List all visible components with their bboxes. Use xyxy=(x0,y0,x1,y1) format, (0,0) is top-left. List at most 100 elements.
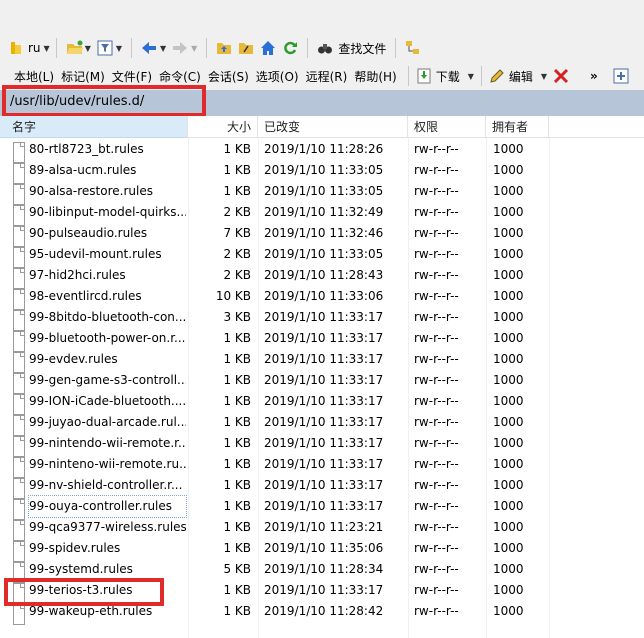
refresh-button[interactable] xyxy=(279,36,301,60)
file-row[interactable]: 99-8bitdo-bluetooth-con... 3 KB 2019/1/10 … xyxy=(0,307,644,331)
file-row[interactable]: 99-evdev.rules 1 KB 2019/1/10 11:33:17 rw-r… xyxy=(0,349,644,373)
refresh-icon xyxy=(282,40,298,56)
new-item-button[interactable] xyxy=(610,64,632,88)
file-name: 95-udevil-mount.rules xyxy=(29,247,162,261)
file-row[interactable]: 99-ouya-controller.rules 1 KB 2019/1/10 11… xyxy=(0,495,644,520)
file-permissions: rw-r--r-- xyxy=(414,289,459,303)
file-permissions: rw-r--r-- xyxy=(414,373,459,387)
file-owner: 1000 xyxy=(493,541,524,555)
file-row[interactable]: 80-rtl8723_bt.rules 1 KB 2019/1/10 11:28:2… xyxy=(0,139,644,163)
open-folder-button[interactable]: ▼ xyxy=(63,36,94,60)
file-row[interactable]: 99-bluetooth-power-on.r... 1 KB 2019/1/10 … xyxy=(0,328,644,352)
file-modified: 2019/1/10 11:28:34 xyxy=(264,562,384,576)
menu-file[interactable]: 文件(F) xyxy=(112,68,157,85)
file-row[interactable]: 99-qca9377-wireless.rules 1 KB 2019/1/10 1… xyxy=(0,517,644,541)
column-header-permissions[interactable]: 权限 xyxy=(408,116,486,138)
menu-local[interactable]: 本地(L) xyxy=(14,68,59,85)
toolbar-overflow-chevron[interactable]: » xyxy=(590,69,598,83)
file-name: 99-spidev.rules xyxy=(29,541,121,555)
file-size: 1 KB xyxy=(223,373,251,387)
location-dropdown[interactable]: ru ▼ xyxy=(8,36,50,60)
parent-folder-button[interactable] xyxy=(213,36,235,60)
file-row[interactable]: 95-udevil-mount.rules 2 KB 2019/1/10 11:33… xyxy=(0,244,644,268)
delete-x-icon xyxy=(553,68,569,84)
file-modified: 2019/1/10 11:33:17 xyxy=(264,499,384,513)
file-owner: 1000 xyxy=(493,562,524,576)
column-header-name[interactable]: 名字 xyxy=(0,116,188,138)
file-modified: 2019/1/10 11:28:26 xyxy=(264,142,384,156)
file-permissions: rw-r--r-- xyxy=(414,415,459,429)
file-size: 1 KB xyxy=(223,331,251,345)
file-permissions: rw-r--r-- xyxy=(414,268,459,282)
menu-session[interactable]: 会话(S) xyxy=(208,68,254,85)
file-size: 1 KB xyxy=(223,604,251,618)
file-modified: 2019/1/10 11:33:06 xyxy=(264,289,384,303)
file-modified: 2019/1/10 11:33:17 xyxy=(264,583,384,597)
back-button[interactable]: ▼ xyxy=(138,36,169,60)
download-button[interactable]: 下载 ▼ xyxy=(413,64,477,88)
menu-options[interactable]: 选项(O) xyxy=(256,68,304,85)
file-row[interactable]: 90-pulseaudio.rules 7 KB 2019/1/10 11:32:4… xyxy=(0,223,644,247)
chevron-down-icon: ▼ xyxy=(84,43,91,53)
file-name: 90-pulseaudio.rules xyxy=(29,226,148,240)
file-size: 1 KB xyxy=(223,352,251,366)
menu-commands[interactable]: 命令(C) xyxy=(159,68,206,85)
find-files-button[interactable]: 查找文件 xyxy=(314,36,389,60)
menu-help[interactable]: 帮助(H) xyxy=(354,68,401,85)
file-row[interactable]: 97-hid2hci.rules 2 KB 2019/1/10 11:28:43 rw… xyxy=(0,265,644,289)
column-header-size[interactable]: 大小 xyxy=(188,116,258,138)
file-row[interactable]: 98-eventlircd.rules 10 KB 2019/1/10 11:33:… xyxy=(0,286,644,310)
file-permissions: rw-r--r-- xyxy=(414,436,459,450)
delete-button[interactable] xyxy=(550,64,572,88)
toolbar-divider xyxy=(395,38,397,58)
file-permissions: rw-r--r-- xyxy=(414,226,459,240)
file-size: 1 KB xyxy=(223,394,251,408)
file-name: 90-libinput-model-quirks... xyxy=(29,205,186,219)
filter-button[interactable]: ▼ xyxy=(94,36,125,60)
toolbar-divider xyxy=(307,38,309,58)
file-size: 2 KB xyxy=(223,268,251,282)
file-row[interactable]: 99-juyao-dual-arcade.rul... 1 KB 2019/1/10… xyxy=(0,412,644,436)
file-size: 1 KB xyxy=(223,184,251,198)
file-modified: 2019/1/10 11:35:06 xyxy=(264,541,384,555)
column-header-modified[interactable]: 已改变 xyxy=(258,116,408,138)
file-modified: 2019/1/10 11:33:17 xyxy=(264,394,384,408)
file-name: 80-rtl8723_bt.rules xyxy=(29,142,144,156)
tree-view-icon xyxy=(405,40,421,56)
file-size: 1 KB xyxy=(223,499,251,513)
menu-remote[interactable]: 远程(R) xyxy=(306,68,353,85)
file-row[interactable]: 99-nintendo-wii-remote.r... 1 KB 2019/1/10… xyxy=(0,433,644,457)
forward-button[interactable]: ▼ xyxy=(169,36,200,60)
file-row[interactable]: 90-libinput-model-quirks... 2 KB 2019/1/10… xyxy=(0,202,644,226)
file-owner: 1000 xyxy=(493,583,524,597)
file-owner: 1000 xyxy=(493,604,524,618)
file-permissions: rw-r--r-- xyxy=(414,163,459,177)
root-folder-button[interactable] xyxy=(235,36,257,60)
file-row[interactable]: 99-nv-shield-controller.r... 1 KB 2019/1/1… xyxy=(0,475,644,499)
file-permissions: rw-r--r-- xyxy=(414,499,459,513)
file-row[interactable]: 90-alsa-restore.rules 1 KB 2019/1/10 11:33… xyxy=(0,181,644,205)
edit-button[interactable]: 编辑 ▼ xyxy=(486,64,550,88)
file-name: 89-alsa-ucm.rules xyxy=(29,163,137,177)
file-row[interactable]: 99-ninteno-wii-remote.ru... 1 KB 2019/1/10… xyxy=(0,454,644,478)
file-row[interactable]: 99-gen-game-s3-controll... 1 KB 2019/1/10 … xyxy=(0,370,644,394)
tree-view-button[interactable] xyxy=(402,36,424,60)
file-owner: 1000 xyxy=(493,226,524,240)
toolbar-divider xyxy=(480,66,482,86)
file-highlight-box xyxy=(4,578,164,606)
file-modified: 2019/1/10 11:33:17 xyxy=(264,373,384,387)
home-button[interactable] xyxy=(257,36,279,60)
file-row[interactable]: 99-systemd.rules 5 KB 2019/1/10 11:28:34 rw… xyxy=(0,559,644,583)
file-row[interactable]: 99-ION-iCade-bluetooth.... 1 KB 2019/1/10 … xyxy=(0,391,644,415)
menu-mark[interactable]: 标记(M) xyxy=(61,68,110,85)
file-name: 99-gen-game-s3-controll... xyxy=(29,373,186,387)
file-size: 1 KB xyxy=(223,520,251,534)
home-icon xyxy=(260,40,276,56)
column-header-owner[interactable]: 拥有者 xyxy=(486,116,549,138)
open-folder-icon xyxy=(66,40,83,56)
file-modified: 2019/1/10 11:33:17 xyxy=(264,457,384,471)
file-row[interactable]: 89-alsa-ucm.rules 1 KB 2019/1/10 11:33:05 r… xyxy=(0,160,644,184)
file-row[interactable]: 99-spidev.rules 1 KB 2019/1/10 11:35:06 rw-… xyxy=(0,538,644,562)
path-highlight-box xyxy=(2,85,206,117)
file-list: 名字 大小 已改变 权限 拥有者 80-rtl8723_bt.rules 1 KB… xyxy=(0,116,644,638)
